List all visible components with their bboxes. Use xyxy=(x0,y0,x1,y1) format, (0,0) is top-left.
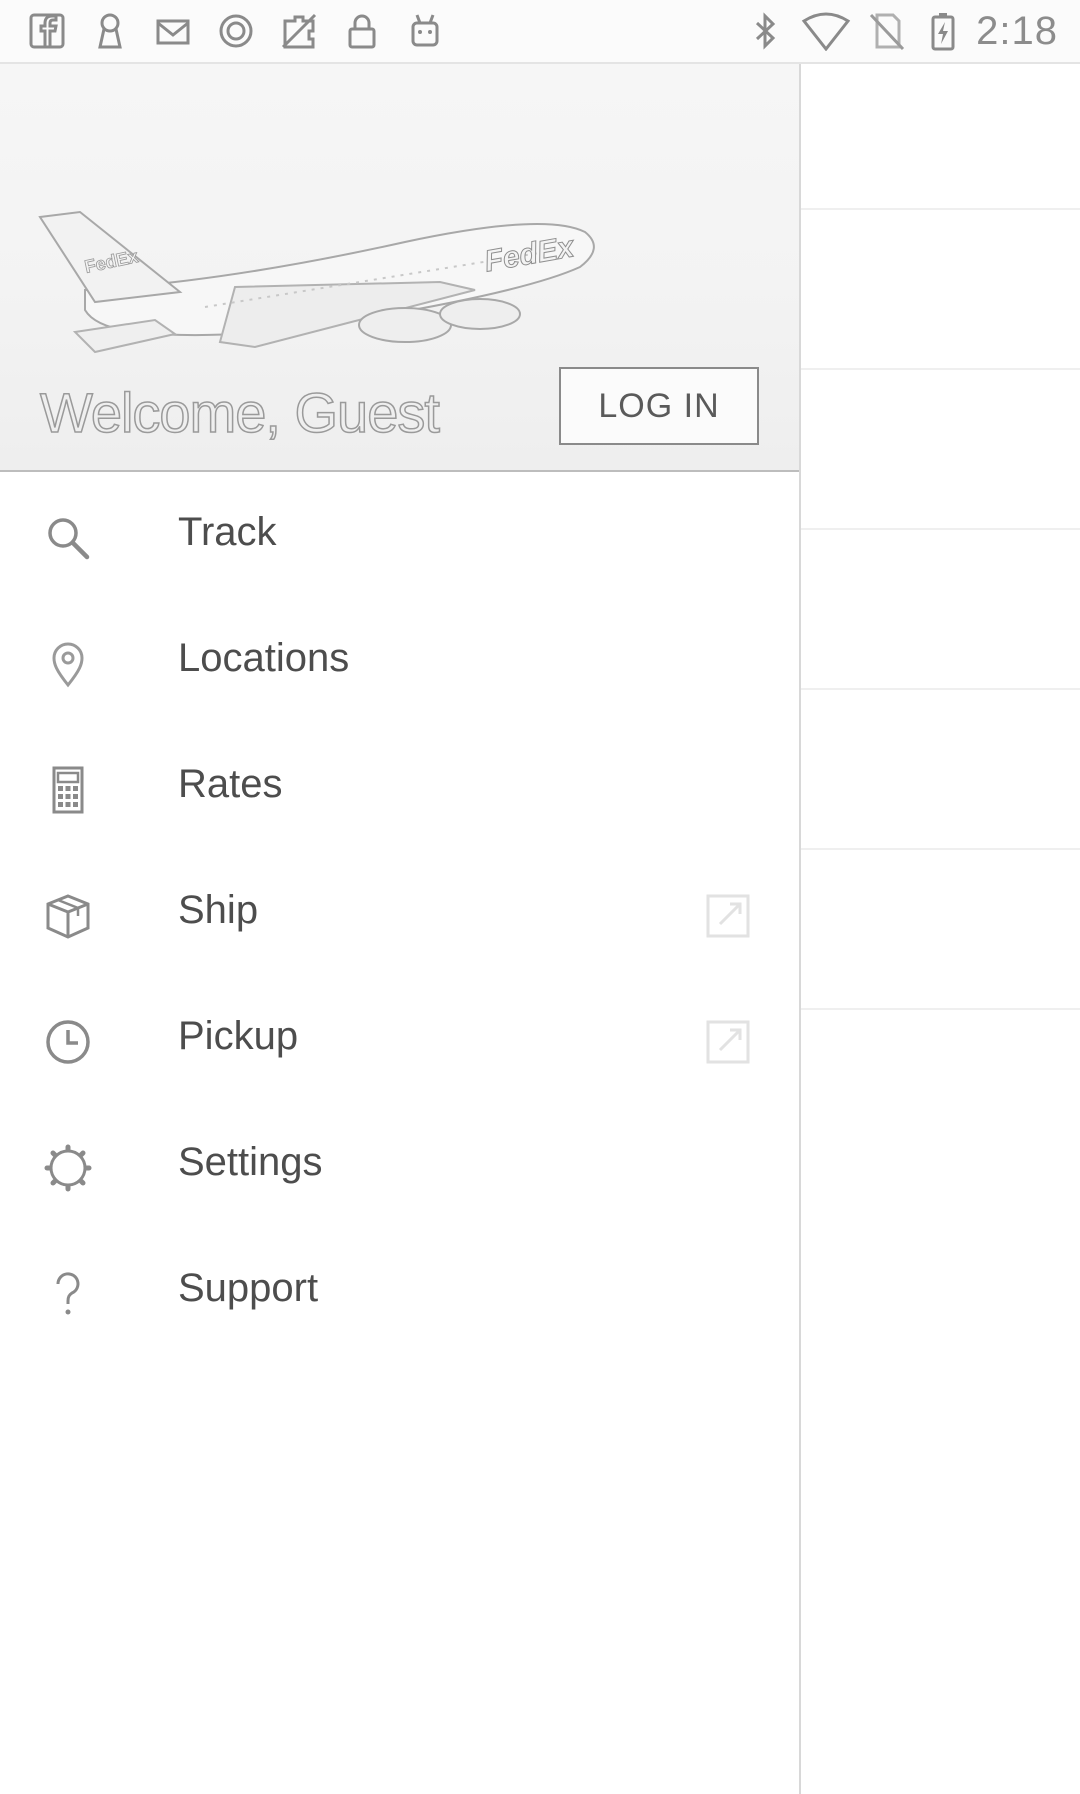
circle-o-icon xyxy=(213,8,259,54)
battery-charging-icon xyxy=(920,8,966,54)
no-sim-puzzle-icon xyxy=(276,8,322,54)
menu-label: Track xyxy=(178,510,277,554)
background-row xyxy=(801,530,1080,690)
background-row xyxy=(801,690,1080,850)
drawer-menu: Track Locations Rates Ship Pickup Settin… xyxy=(0,472,799,1354)
no-sim-icon xyxy=(864,8,910,54)
calculator-icon xyxy=(42,764,94,816)
welcome-text: Welcome, Guest xyxy=(39,380,440,445)
mail-icon xyxy=(150,8,196,54)
location-pin-icon xyxy=(42,638,94,690)
gear-icon xyxy=(42,1142,94,1194)
background-content xyxy=(801,62,1080,1794)
bluetooth-icon xyxy=(742,8,788,54)
notification-icons xyxy=(24,8,465,54)
menu-label: Support xyxy=(178,1266,319,1310)
external-link-icon xyxy=(704,1018,752,1066)
question-icon xyxy=(42,1268,94,1320)
package-icon xyxy=(42,890,94,942)
android-icon xyxy=(402,8,448,54)
system-icons: 2:18 xyxy=(742,8,1058,54)
search-icon xyxy=(42,512,94,564)
wifi-icon xyxy=(798,8,854,54)
background-row xyxy=(801,370,1080,530)
menu-label: Pickup xyxy=(178,1014,299,1058)
status-time: 2:18 xyxy=(976,8,1058,53)
menu-item-settings[interactable]: Settings xyxy=(0,1102,799,1228)
background-row xyxy=(801,850,1080,1010)
menu-item-locations[interactable]: Locations xyxy=(0,598,799,724)
external-link-icon xyxy=(704,892,752,940)
clock-icon xyxy=(42,1016,94,1068)
menu-label: Rates xyxy=(178,762,283,806)
menu-item-rates[interactable]: Rates xyxy=(0,724,799,850)
background-row xyxy=(801,210,1080,370)
keyhole-icon xyxy=(87,8,133,54)
menu-item-track[interactable]: Track xyxy=(0,472,799,598)
background-row xyxy=(801,62,1080,210)
facebook-icon xyxy=(24,8,70,54)
menu-label: Locations xyxy=(178,636,350,680)
navigation-drawer: FedEx FedEx Welcome, Guest LOG IN Track … xyxy=(0,62,801,1794)
drawer-header: FedEx FedEx Welcome, Guest LOG IN xyxy=(0,62,799,472)
login-button[interactable]: LOG IN xyxy=(559,367,759,445)
screen: 2:18 FedEx FedEx Welcome, Guest LOG IN T… xyxy=(0,0,1080,1794)
menu-item-pickup[interactable]: Pickup xyxy=(0,976,799,1102)
menu-label: Ship xyxy=(178,888,259,932)
status-bar: 2:18 xyxy=(0,0,1080,64)
menu-item-ship[interactable]: Ship xyxy=(0,850,799,976)
airplane-image: FedEx FedEx xyxy=(38,210,595,354)
menu-item-support[interactable]: Support xyxy=(0,1228,799,1354)
lock-icon xyxy=(339,8,385,54)
menu-label: Settings xyxy=(178,1140,323,1184)
